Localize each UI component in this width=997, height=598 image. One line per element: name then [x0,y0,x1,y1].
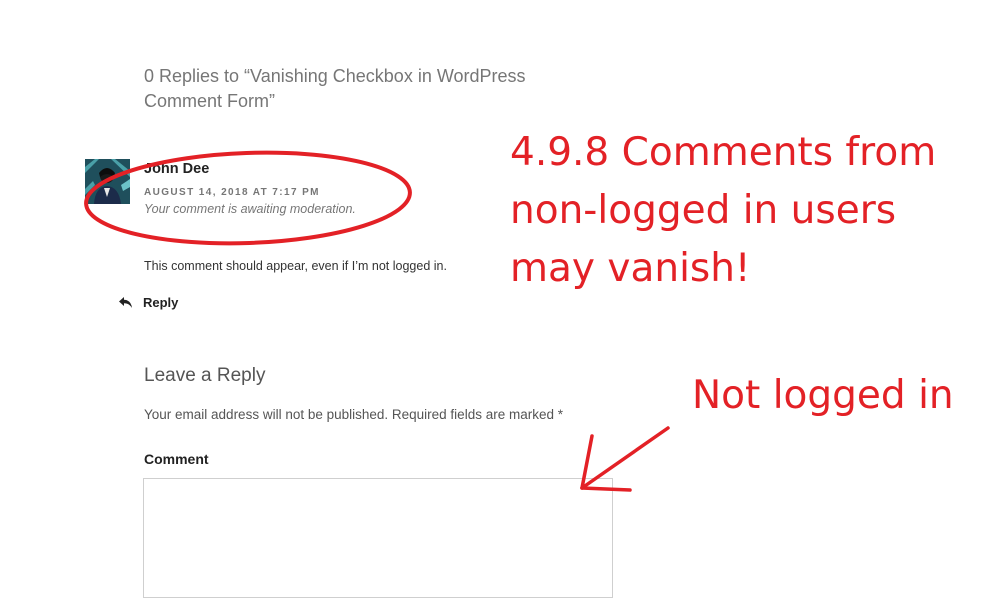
user-avatar-photo [85,159,130,204]
reply-arrow-icon [119,297,132,308]
comment-notes: Your email address will not be published… [144,407,563,422]
comment-date[interactable]: AUGUST 14, 2018 AT 7:17 PM [144,187,320,198]
annotation-not-logged-in: Not logged in [692,373,954,418]
highlight-ellipse [84,150,412,246]
reply-label: Reply [143,295,179,310]
comment-author[interactable]: John Dee [144,161,209,177]
comments-title: 0 Replies to “Vanishing Checkbox in Word… [144,66,526,111]
annotation-headline: 4.9.8 Comments from non-logged in users … [510,130,937,291]
avatar [85,159,130,204]
reply-button[interactable]: Reply [118,295,178,310]
comment-textarea[interactable] [143,478,613,598]
moderation-notice: Your comment is awaiting moderation. [144,202,356,216]
comment-field-label: Comment [144,451,209,467]
reply-title: Leave a Reply [144,365,266,386]
comment-text: This comment should appear, even if I’m … [144,259,447,273]
